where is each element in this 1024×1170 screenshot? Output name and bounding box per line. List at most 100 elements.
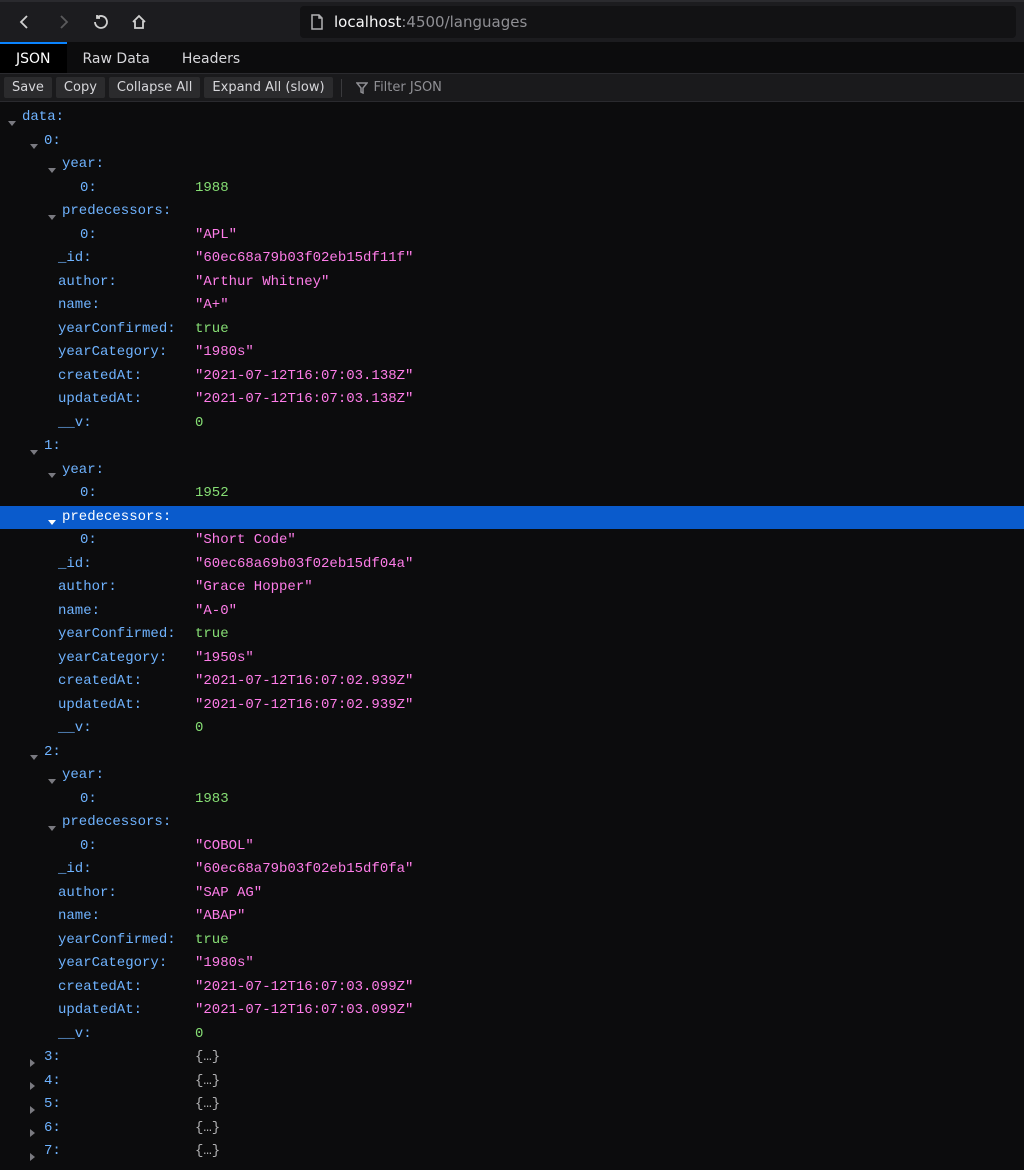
chevron-down-icon[interactable]: [30, 442, 40, 452]
chevron-down-icon[interactable]: [30, 747, 40, 757]
json-value: "Grace Hopper": [195, 576, 313, 600]
json-row-selected[interactable]: predecessors:: [0, 506, 1024, 530]
json-row[interactable]: updatedAt: "2021-07-12T16:07:02.939Z": [0, 694, 1024, 718]
chevron-right-icon[interactable]: [30, 1076, 40, 1086]
json-row[interactable]: 0: "APL": [0, 224, 1024, 248]
json-row[interactable]: 4: {…}: [0, 1070, 1024, 1094]
chevron-right-icon[interactable]: [30, 1123, 40, 1133]
tab-raw-data[interactable]: Raw Data: [67, 42, 166, 73]
json-value: "A+": [195, 294, 229, 318]
json-row[interactable]: author: "Arthur Whitney": [0, 271, 1024, 295]
json-row[interactable]: author: "SAP AG": [0, 882, 1024, 906]
chevron-down-icon[interactable]: [48, 818, 58, 828]
tab-headers[interactable]: Headers: [166, 42, 256, 73]
json-value: 1988: [195, 177, 229, 201]
chevron-down-icon[interactable]: [30, 136, 40, 146]
json-value: "1950s": [195, 647, 254, 671]
json-key: predecessors:: [62, 811, 171, 835]
json-value: "1980s": [195, 952, 254, 976]
json-row[interactable]: 3: {…}: [0, 1046, 1024, 1070]
chevron-down-icon[interactable]: [8, 113, 18, 123]
json-value: "SAP AG": [195, 882, 262, 906]
json-row[interactable]: createdAt: "2021-07-12T16:07:02.939Z": [0, 670, 1024, 694]
chevron-right-icon[interactable]: [30, 1147, 40, 1157]
json-row[interactable]: predecessors:: [0, 200, 1024, 224]
json-key: yearCategory:: [58, 647, 167, 671]
json-row[interactable]: year:: [0, 459, 1024, 483]
json-row[interactable]: 0: 1983: [0, 788, 1024, 812]
json-row[interactable]: _id: "60ec68a79b03f02eb15df0fa": [0, 858, 1024, 882]
json-value: {…}: [195, 1046, 220, 1070]
json-value: true: [195, 623, 229, 647]
json-row[interactable]: 7: {…}: [0, 1140, 1024, 1164]
json-row[interactable]: createdAt: "2021-07-12T16:07:03.099Z": [0, 976, 1024, 1000]
json-row[interactable]: _id: "60ec68a69b03f02eb15df04a": [0, 553, 1024, 577]
save-button[interactable]: Save: [4, 77, 52, 98]
json-row[interactable]: yearCategory: "1980s": [0, 341, 1024, 365]
json-row[interactable]: predecessors:: [0, 811, 1024, 835]
url-bar[interactable]: localhost:4500/languages: [300, 6, 1016, 38]
json-row[interactable]: 0: 1952: [0, 482, 1024, 506]
json-row[interactable]: year:: [0, 764, 1024, 788]
json-row[interactable]: _id: "60ec68a79b03f02eb15df11f": [0, 247, 1024, 271]
json-key: author:: [58, 882, 117, 906]
json-row[interactable]: data:: [0, 106, 1024, 130]
chevron-down-icon[interactable]: [48, 465, 58, 475]
json-key: author:: [58, 271, 117, 295]
chevron-right-icon[interactable]: [30, 1100, 40, 1110]
json-row[interactable]: createdAt: "2021-07-12T16:07:03.138Z": [0, 365, 1024, 389]
json-row[interactable]: yearConfirmed: true: [0, 623, 1024, 647]
json-row[interactable]: name: "ABAP": [0, 905, 1024, 929]
chevron-down-icon[interactable]: [48, 512, 58, 522]
json-row[interactable]: 5: {…}: [0, 1093, 1024, 1117]
json-row[interactable]: __v: 0: [0, 412, 1024, 436]
chevron-down-icon[interactable]: [48, 771, 58, 781]
json-row[interactable]: 1:: [0, 435, 1024, 459]
toolbar-separator: [341, 79, 342, 97]
json-row[interactable]: updatedAt: "2021-07-12T16:07:03.099Z": [0, 999, 1024, 1023]
json-row[interactable]: yearCategory: "1950s": [0, 647, 1024, 671]
nav-home-button[interactable]: [122, 5, 156, 39]
json-key: name:: [58, 600, 100, 624]
json-key: 0:: [80, 835, 97, 859]
json-key: predecessors:: [62, 506, 171, 530]
json-key: yearConfirmed:: [58, 623, 176, 647]
json-key: 4:: [44, 1070, 61, 1094]
expand-all-button[interactable]: Expand All (slow): [204, 77, 332, 98]
json-value: "Arthur Whitney": [195, 271, 329, 295]
nav-back-button[interactable]: [8, 5, 42, 39]
chevron-down-icon[interactable]: [48, 160, 58, 170]
filter-json-input[interactable]: Filter JSON: [350, 80, 448, 95]
json-row[interactable]: 0:: [0, 130, 1024, 154]
json-row[interactable]: 6: {…}: [0, 1117, 1024, 1141]
json-value: 1952: [195, 482, 229, 506]
json-key: 5:: [44, 1093, 61, 1117]
json-row[interactable]: name: "A-0": [0, 600, 1024, 624]
nav-reload-button[interactable]: [84, 5, 118, 39]
nav-forward-button[interactable]: [46, 5, 80, 39]
json-row[interactable]: __v: 0: [0, 717, 1024, 741]
json-row[interactable]: __v: 0: [0, 1023, 1024, 1047]
json-key: 2:: [44, 741, 61, 765]
json-row[interactable]: yearCategory: "1980s": [0, 952, 1024, 976]
json-row[interactable]: yearConfirmed: true: [0, 929, 1024, 953]
json-row[interactable]: yearConfirmed: true: [0, 318, 1024, 342]
json-key: _id:: [58, 553, 92, 577]
collapse-all-button[interactable]: Collapse All: [109, 77, 201, 98]
json-key: author:: [58, 576, 117, 600]
chevron-down-icon[interactable]: [48, 207, 58, 217]
chevron-right-icon[interactable]: [30, 1053, 40, 1063]
json-row[interactable]: 0: "COBOL": [0, 835, 1024, 859]
json-toolbar: Save Copy Collapse All Expand All (slow)…: [0, 74, 1024, 102]
copy-button[interactable]: Copy: [56, 77, 105, 98]
tab-json[interactable]: JSON: [0, 42, 67, 73]
json-row[interactable]: 0: "Short Code": [0, 529, 1024, 553]
json-row[interactable]: year:: [0, 153, 1024, 177]
json-row[interactable]: 0: 1988: [0, 177, 1024, 201]
home-icon: [131, 14, 147, 30]
json-row[interactable]: 2:: [0, 741, 1024, 765]
json-key: 0:: [80, 788, 97, 812]
json-row[interactable]: name: "A+": [0, 294, 1024, 318]
json-row[interactable]: updatedAt: "2021-07-12T16:07:03.138Z": [0, 388, 1024, 412]
json-row[interactable]: author: "Grace Hopper": [0, 576, 1024, 600]
